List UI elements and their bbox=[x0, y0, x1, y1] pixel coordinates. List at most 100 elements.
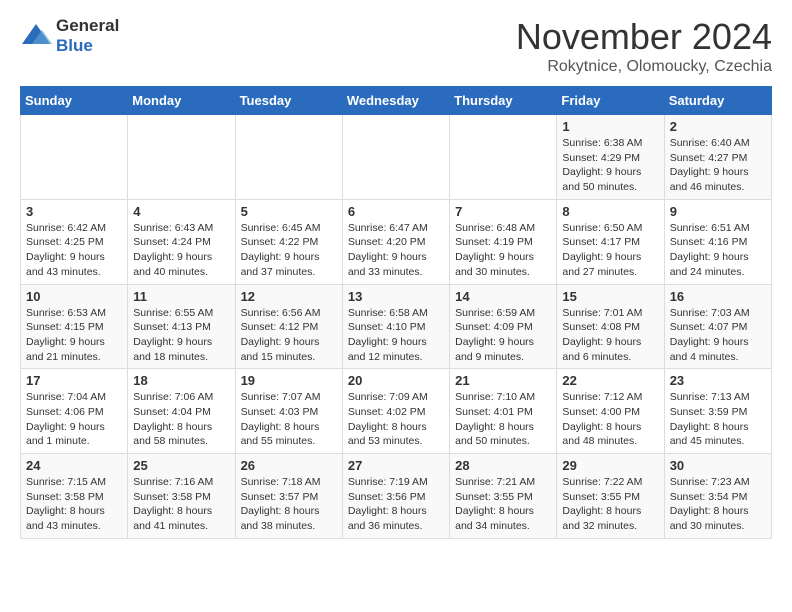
calendar-cell: 5Sunrise: 6:45 AM Sunset: 4:22 PM Daylig… bbox=[235, 199, 342, 284]
day-number: 17 bbox=[26, 373, 122, 388]
calendar-cell bbox=[342, 115, 449, 200]
logo-general: General bbox=[56, 16, 119, 35]
day-number: 2 bbox=[670, 119, 766, 134]
calendar-cell: 4 Sunrise: 6:43 AM Sunset: 4:24 PM Daylig… bbox=[128, 199, 235, 284]
calendar-cell: 29Sunrise: 7:22 AM Sunset: 3:55 PM Dayli… bbox=[557, 454, 664, 539]
day-number: 15 bbox=[562, 289, 658, 304]
day-info: Sunrise: 6:51 AM Sunset: 4:16 PM Dayligh… bbox=[670, 221, 766, 280]
logo-blue: Blue bbox=[56, 36, 93, 55]
day-number: 21 bbox=[455, 373, 551, 388]
col-thursday: Thursday bbox=[450, 87, 557, 115]
day-info: Sunrise: 7:07 AM Sunset: 4:03 PM Dayligh… bbox=[241, 390, 337, 449]
col-wednesday: Wednesday bbox=[342, 87, 449, 115]
day-info: Sunrise: 7:21 AM Sunset: 3:55 PM Dayligh… bbox=[455, 475, 551, 534]
calendar-cell: 21 Sunrise: 7:10 AM Sunset: 4:01 PM Dayli… bbox=[450, 369, 557, 454]
calendar-cell: 27 Sunrise: 7:19 AM Sunset: 3:56 PM Dayli… bbox=[342, 454, 449, 539]
day-number: 4 bbox=[133, 204, 229, 219]
title-area: November 2024 Rokytnice, Olomoucky, Czec… bbox=[516, 16, 772, 76]
day-info: Sunrise: 6:50 AM Sunset: 4:17 PM Dayligh… bbox=[562, 221, 658, 280]
day-info: Sunrise: 6:55 AM Sunset: 4:13 PM Dayligh… bbox=[133, 306, 229, 365]
day-number: 29 bbox=[562, 458, 658, 473]
calendar-cell: 9 Sunrise: 6:51 AM Sunset: 4:16 PM Daylig… bbox=[664, 199, 771, 284]
calendar-cell: 10 Sunrise: 6:53 AM Sunset: 4:15 PM Dayli… bbox=[21, 284, 128, 369]
day-number: 25 bbox=[133, 458, 229, 473]
day-number: 9 bbox=[670, 204, 766, 219]
day-number: 28 bbox=[455, 458, 551, 473]
day-number: 10 bbox=[26, 289, 122, 304]
day-number: 20 bbox=[348, 373, 444, 388]
col-saturday: Saturday bbox=[664, 87, 771, 115]
calendar-body: 1 Sunrise: 6:38 AM Sunset: 4:29 PM Daylig… bbox=[21, 115, 772, 539]
day-number: 26 bbox=[241, 458, 337, 473]
day-info: Sunrise: 7:19 AM Sunset: 3:56 PM Dayligh… bbox=[348, 475, 444, 534]
calendar-cell: 26Sunrise: 7:18 AM Sunset: 3:57 PM Dayli… bbox=[235, 454, 342, 539]
day-info: Sunrise: 7:15 AM Sunset: 3:58 PM Dayligh… bbox=[26, 475, 122, 534]
day-number: 6 bbox=[348, 204, 444, 219]
calendar-week-1: 1 Sunrise: 6:38 AM Sunset: 4:29 PM Daylig… bbox=[21, 115, 772, 200]
day-info: Sunrise: 6:48 AM Sunset: 4:19 PM Dayligh… bbox=[455, 221, 551, 280]
day-number: 11 bbox=[133, 289, 229, 304]
calendar-cell bbox=[128, 115, 235, 200]
page-header: General Blue November 2024 Rokytnice, Ol… bbox=[20, 16, 772, 76]
day-number: 13 bbox=[348, 289, 444, 304]
calendar-cell: 12 Sunrise: 6:56 AM Sunset: 4:12 PM Dayli… bbox=[235, 284, 342, 369]
calendar-cell: 25Sunrise: 7:16 AM Sunset: 3:58 PM Dayli… bbox=[128, 454, 235, 539]
day-number: 7 bbox=[455, 204, 551, 219]
day-number: 23 bbox=[670, 373, 766, 388]
day-info: Sunrise: 7:10 AM Sunset: 4:01 PM Dayligh… bbox=[455, 390, 551, 449]
calendar-cell bbox=[21, 115, 128, 200]
day-number: 27 bbox=[348, 458, 444, 473]
day-number: 3 bbox=[26, 204, 122, 219]
day-number: 14 bbox=[455, 289, 551, 304]
day-number: 22 bbox=[562, 373, 658, 388]
day-number: 16 bbox=[670, 289, 766, 304]
col-friday: Friday bbox=[557, 87, 664, 115]
day-info: Sunrise: 6:53 AM Sunset: 4:15 PM Dayligh… bbox=[26, 306, 122, 365]
calendar-cell: 3 Sunrise: 6:42 AM Sunset: 4:25 PM Daylig… bbox=[21, 199, 128, 284]
header-row: Sunday Monday Tuesday Wednesday Thursday… bbox=[21, 87, 772, 115]
day-info: Sunrise: 7:23 AM Sunset: 3:54 PM Dayligh… bbox=[670, 475, 766, 534]
day-info: Sunrise: 7:12 AM Sunset: 4:00 PM Dayligh… bbox=[562, 390, 658, 449]
day-number: 12 bbox=[241, 289, 337, 304]
day-number: 24 bbox=[26, 458, 122, 473]
day-info: Sunrise: 6:59 AM Sunset: 4:09 PM Dayligh… bbox=[455, 306, 551, 365]
day-number: 8 bbox=[562, 204, 658, 219]
day-info: Sunrise: 6:56 AM Sunset: 4:12 PM Dayligh… bbox=[241, 306, 337, 365]
page-container: General Blue November 2024 Rokytnice, Ol… bbox=[0, 0, 792, 555]
calendar-cell: 24 Sunrise: 7:15 AM Sunset: 3:58 PM Dayli… bbox=[21, 454, 128, 539]
calendar-cell: 1 Sunrise: 6:38 AM Sunset: 4:29 PM Daylig… bbox=[557, 115, 664, 200]
calendar-cell: 23Sunrise: 7:13 AM Sunset: 3:59 PM Dayli… bbox=[664, 369, 771, 454]
calendar-cell: 6Sunrise: 6:47 AM Sunset: 4:20 PM Daylig… bbox=[342, 199, 449, 284]
calendar-cell: 17 Sunrise: 7:04 AM Sunset: 4:06 PM Dayli… bbox=[21, 369, 128, 454]
day-info: Sunrise: 7:01 AM Sunset: 4:08 PM Dayligh… bbox=[562, 306, 658, 365]
calendar-cell: 14 Sunrise: 6:59 AM Sunset: 4:09 PM Dayli… bbox=[450, 284, 557, 369]
day-info: Sunrise: 7:09 AM Sunset: 4:02 PM Dayligh… bbox=[348, 390, 444, 449]
day-number: 1 bbox=[562, 119, 658, 134]
day-info: Sunrise: 6:38 AM Sunset: 4:29 PM Dayligh… bbox=[562, 136, 658, 195]
calendar-cell: 7 Sunrise: 6:48 AM Sunset: 4:19 PM Daylig… bbox=[450, 199, 557, 284]
day-info: Sunrise: 7:03 AM Sunset: 4:07 PM Dayligh… bbox=[670, 306, 766, 365]
calendar-cell bbox=[235, 115, 342, 200]
calendar-cell: 18 Sunrise: 7:06 AM Sunset: 4:04 PM Dayli… bbox=[128, 369, 235, 454]
day-info: Sunrise: 6:42 AM Sunset: 4:25 PM Dayligh… bbox=[26, 221, 122, 280]
day-info: Sunrise: 6:58 AM Sunset: 4:10 PM Dayligh… bbox=[348, 306, 444, 365]
day-number: 30 bbox=[670, 458, 766, 473]
col-sunday: Sunday bbox=[21, 87, 128, 115]
day-number: 18 bbox=[133, 373, 229, 388]
calendar-table: Sunday Monday Tuesday Wednesday Thursday… bbox=[20, 86, 772, 539]
calendar-cell: 2 Sunrise: 6:40 AM Sunset: 4:27 PM Daylig… bbox=[664, 115, 771, 200]
day-info: Sunrise: 7:04 AM Sunset: 4:06 PM Dayligh… bbox=[26, 390, 122, 449]
day-info: Sunrise: 7:06 AM Sunset: 4:04 PM Dayligh… bbox=[133, 390, 229, 449]
calendar-cell bbox=[450, 115, 557, 200]
calendar-cell: 11 Sunrise: 6:55 AM Sunset: 4:13 PM Dayli… bbox=[128, 284, 235, 369]
day-info: Sunrise: 6:45 AM Sunset: 4:22 PM Dayligh… bbox=[241, 221, 337, 280]
month-title: November 2024 bbox=[516, 16, 772, 58]
calendar-cell: 28 Sunrise: 7:21 AM Sunset: 3:55 PM Dayli… bbox=[450, 454, 557, 539]
calendar-cell: 8 Sunrise: 6:50 AM Sunset: 4:17 PM Daylig… bbox=[557, 199, 664, 284]
day-info: Sunrise: 6:40 AM Sunset: 4:27 PM Dayligh… bbox=[670, 136, 766, 195]
calendar-week-3: 10 Sunrise: 6:53 AM Sunset: 4:15 PM Dayli… bbox=[21, 284, 772, 369]
calendar-cell: 20 Sunrise: 7:09 AM Sunset: 4:02 PM Dayli… bbox=[342, 369, 449, 454]
calendar-cell: 15 Sunrise: 7:01 AM Sunset: 4:08 PM Dayli… bbox=[557, 284, 664, 369]
day-info: Sunrise: 6:43 AM Sunset: 4:24 PM Dayligh… bbox=[133, 221, 229, 280]
calendar-week-4: 17 Sunrise: 7:04 AM Sunset: 4:06 PM Dayli… bbox=[21, 369, 772, 454]
